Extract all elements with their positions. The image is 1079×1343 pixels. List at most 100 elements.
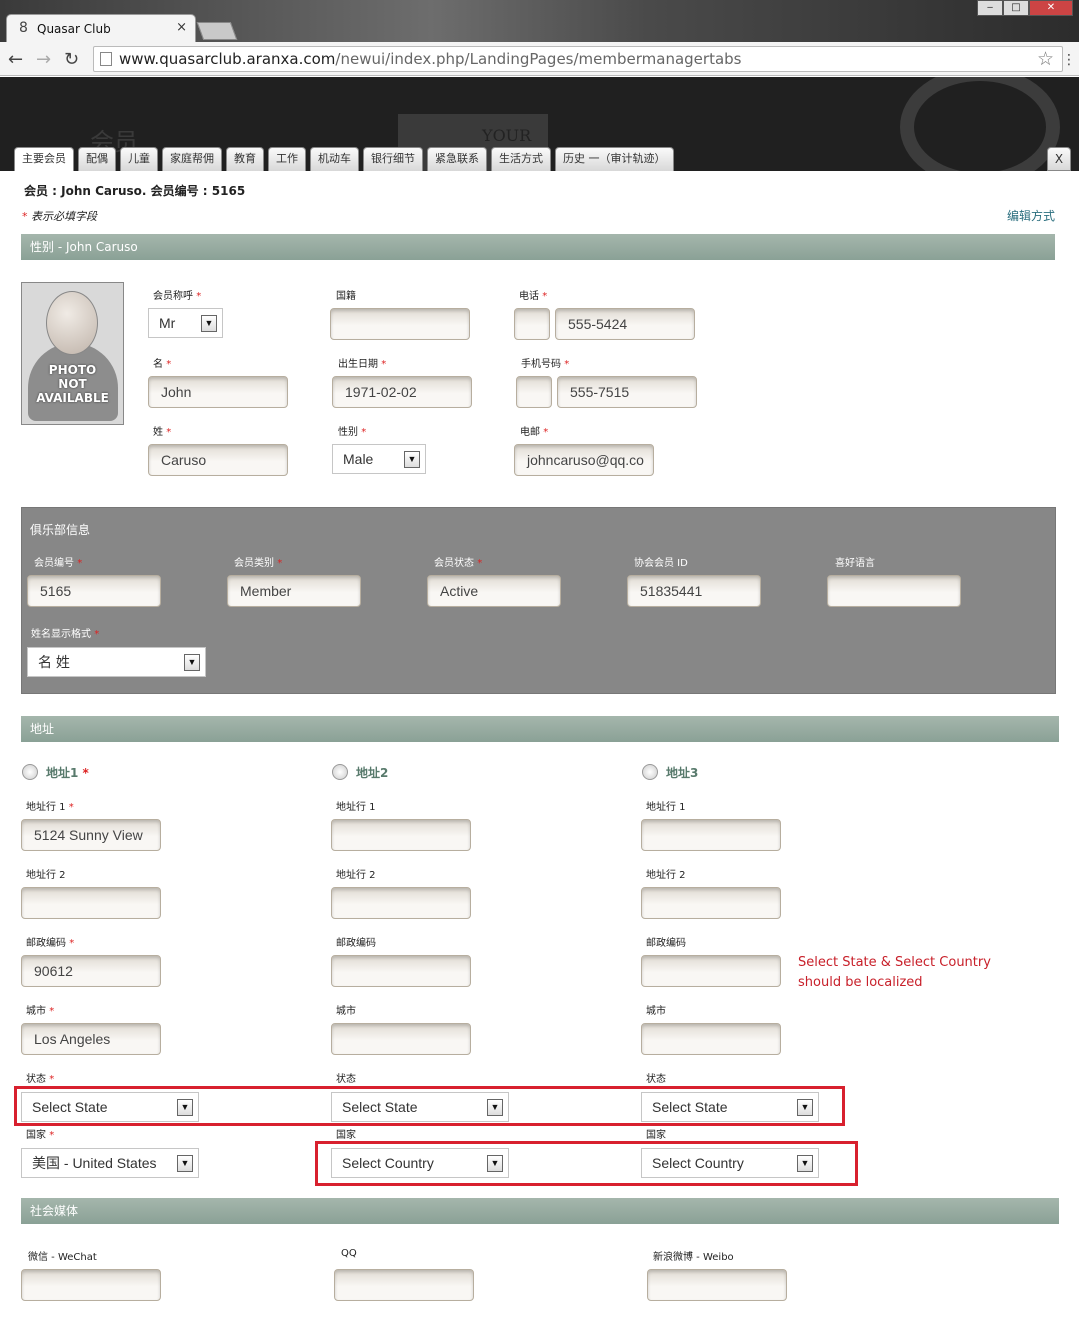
email-field[interactable]: johncaruso@qq.co (514, 444, 654, 476)
address-section-bar: 地址 (21, 716, 1059, 742)
address3-city-field[interactable] (641, 1023, 781, 1055)
association-id-field[interactable]: 51835441 (627, 575, 761, 607)
salutation-label: 会员称呼 * (153, 287, 201, 302)
address1-line1-field[interactable]: 5124 Sunny View (21, 819, 161, 851)
tab-bank-details[interactable]: 银行细节 (363, 147, 423, 171)
address3-zip-field[interactable] (641, 955, 781, 987)
member-photo-placeholder[interactable]: PHOTO NOT AVAILABLE (21, 282, 124, 425)
site-favicon-icon: 8 (19, 20, 28, 36)
address1-zip-label-text: 邮政编码 (26, 938, 66, 949)
mobile-field[interactable]: 555-7515 (557, 376, 697, 408)
member-status-label-text: 会员状态 (434, 558, 474, 569)
minimize-button[interactable]: ‒ (977, 0, 1003, 16)
phone-field[interactable]: 555-5424 (555, 308, 695, 340)
tab-close-icon[interactable]: × (176, 20, 187, 35)
tab-lifestyle[interactable]: 生活方式 (491, 147, 551, 171)
tab-children[interactable]: 儿童 (120, 147, 158, 171)
address2-line1-label: 地址行 1 (336, 802, 376, 813)
tab-spouse[interactable]: 配偶 (78, 147, 116, 171)
last-name-field[interactable]: Caruso (148, 444, 288, 476)
bookmark-star-icon[interactable]: ☆ (1037, 48, 1054, 70)
address1-zip-field[interactable]: 90612 (21, 955, 161, 987)
required-star: * (49, 1006, 55, 1017)
address2-line1-field[interactable] (331, 819, 471, 851)
weibo-field[interactable] (647, 1269, 787, 1301)
gender-select[interactable]: Male ▼ (332, 444, 426, 474)
member-status-field[interactable]: Active (427, 575, 561, 607)
address1-country-select[interactable]: 美国 - United States ▼ (21, 1148, 199, 1178)
close-panel-button[interactable]: X (1047, 147, 1071, 171)
tab-education[interactable]: 教育 (226, 147, 264, 171)
address3-radio[interactable] (642, 764, 658, 780)
address2-line2-field[interactable] (331, 887, 471, 919)
address2-zip-field[interactable] (331, 955, 471, 987)
club-info-title: 俱乐部信息 (30, 523, 91, 537)
address3-line2-field[interactable] (641, 887, 781, 919)
member-type-field[interactable]: Member (227, 575, 361, 607)
reload-icon[interactable]: ↻ (64, 49, 79, 70)
first-name-field[interactable]: John (148, 376, 288, 408)
browser-tab[interactable]: 8 Quasar Club × (6, 14, 196, 42)
email-label-text: 电邮 (520, 427, 540, 438)
language-field[interactable] (827, 575, 961, 607)
dob-label: 出生日期 * (338, 355, 386, 370)
tab-emergency-contact[interactable]: 紧急联系 (427, 147, 487, 171)
address3-line1-field[interactable] (641, 819, 781, 851)
page-icon (100, 52, 112, 66)
photo-placeholder-text: PHOTO NOT AVAILABLE (22, 363, 123, 405)
address1-city-label: 城市 * (26, 1002, 54, 1017)
address2-zip-label: 邮政编码 (336, 938, 376, 949)
last-name-label: 姓 * (153, 423, 171, 438)
url-input[interactable]: www.quasarclub.aranxa.com/newui/index.ph… (93, 46, 1063, 72)
wechat-field[interactable] (21, 1269, 161, 1301)
association-id-label: 协会会员 ID (634, 558, 688, 569)
mobile-label-text: 手机号码 (521, 359, 561, 370)
address1-city-field[interactable]: Los Angeles (21, 1023, 161, 1055)
window-close-button[interactable]: ✕ (1029, 0, 1073, 16)
required-star: * (564, 359, 570, 370)
menu-icon[interactable]: ⋮ (1062, 52, 1076, 68)
browser-titlebar: 8 Quasar Club × ‒ □ ✕ (0, 0, 1079, 42)
dob-label-text: 出生日期 (338, 359, 378, 370)
tab-main-member[interactable]: 主要会员 (14, 147, 74, 171)
mobile-prefix-field[interactable] (516, 376, 552, 408)
required-star: * (94, 629, 100, 640)
address-bar: ← → ↻ www.quasarclub.aranxa.com/newui/in… (0, 42, 1079, 76)
last-name-label-text: 姓 (153, 427, 163, 438)
required-star: * (166, 359, 172, 370)
name-format-select[interactable]: 名 姓 ▼ (27, 647, 206, 677)
edit-mode-link[interactable]: 编辑方式 (1007, 207, 1055, 224)
address1-radio[interactable] (22, 764, 38, 780)
address1-line2-label: 地址行 2 (26, 870, 66, 881)
nationality-label: 国籍 (336, 291, 356, 302)
header-logo-ring (900, 77, 1060, 171)
mobile-label: 手机号码 * (521, 355, 569, 370)
address2-radio[interactable] (332, 764, 348, 780)
salutation-label-text: 会员称呼 (153, 291, 193, 302)
address1-line2-field[interactable] (21, 887, 161, 919)
weibo-label: 新浪微博 - Weibo (653, 1252, 734, 1263)
nationality-field[interactable] (330, 308, 470, 340)
qq-field[interactable] (334, 1269, 474, 1301)
maximize-button[interactable]: □ (1003, 0, 1029, 16)
address1-line1-label: 地址行 1 * (26, 798, 74, 813)
tab-history[interactable]: 历史 一（审计轨迹） (555, 147, 674, 171)
back-arrow-icon[interactable]: ← (8, 49, 23, 70)
member-no-label: 会员编号 * (34, 554, 82, 569)
salutation-select[interactable]: Mr ▼ (148, 308, 223, 338)
window-controls: ‒ □ ✕ (977, 0, 1073, 16)
address2-city-field[interactable] (331, 1023, 471, 1055)
dropdown-arrow-icon: ▼ (404, 451, 420, 468)
required-note-text: 表示必填字段 (31, 210, 97, 223)
tab-domestic-helper[interactable]: 家庭帮佣 (162, 147, 222, 171)
phone-prefix-field[interactable] (514, 308, 550, 340)
site-header: 会员 YOUR 主要会员 配偶 儿童 家庭帮佣 教育 工作 机动车 银行细节 紧… (0, 77, 1079, 171)
new-tab-button[interactable] (196, 22, 238, 40)
member-no-field[interactable]: 5165 (27, 575, 161, 607)
tab-vehicle[interactable]: 机动车 (310, 147, 359, 171)
required-star: * (166, 427, 172, 438)
address2-heading: 地址2 (356, 766, 389, 780)
dob-field[interactable]: 1971-02-02 (332, 376, 472, 408)
forward-arrow-icon[interactable]: → (36, 49, 51, 70)
tab-work[interactable]: 工作 (268, 147, 306, 171)
